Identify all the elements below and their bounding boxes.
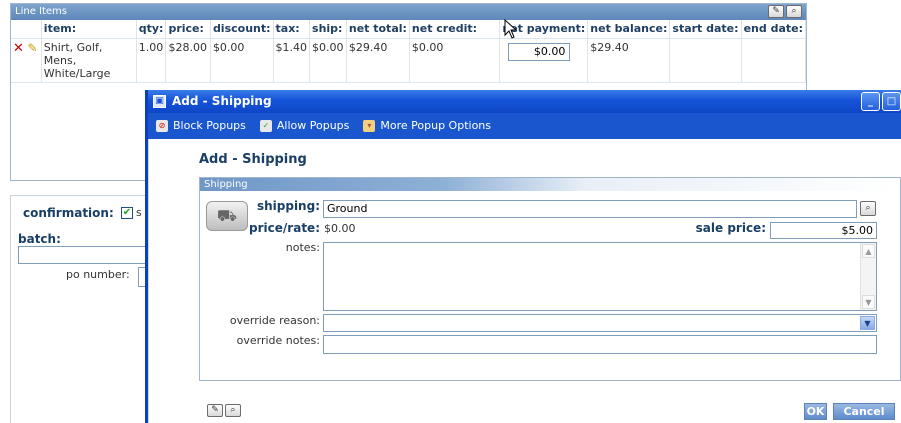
more-popup-options-label: More Popup Options <box>380 119 492 132</box>
line-items-header: Line Items ✎ ⌕ <box>11 4 806 20</box>
col-actions <box>11 20 42 38</box>
cell-qty: 1.00 <box>136 37 167 83</box>
checkbox-checked-icon[interactable]: ✔ <box>121 207 133 219</box>
col-net-total[interactable]: net total: <box>346 20 410 38</box>
cell-net-credit: $0.00 <box>409 37 501 83</box>
minimize-icon[interactable]: _ <box>861 92 880 111</box>
shipping-section: Shipping ⛟ shipping: Ground ⌕ price/rate… <box>199 177 901 381</box>
edit-icon[interactable]: ✎ <box>768 5 784 18</box>
col-qty[interactable]: qty: <box>136 20 167 38</box>
col-price[interactable]: price: <box>165 20 211 38</box>
col-net-credit[interactable]: net credit: <box>409 20 501 38</box>
price-rate-label: price/rate: <box>249 221 320 235</box>
notes-label: notes: <box>285 241 320 254</box>
lookup-icon[interactable]: ⌕ <box>860 201 876 216</box>
footer-tools: ✎ ⌕ <box>207 404 241 417</box>
popup-options-icon: ▾ <box>363 120 376 132</box>
block-popups-label: Block Popups <box>173 119 246 132</box>
delete-icon[interactable]: ✕ <box>13 41 24 56</box>
block-popups-button[interactable]: ⊘ Block Popups <box>156 113 246 139</box>
batch-input[interactable] <box>18 246 148 264</box>
cell-ship: $0.00 <box>309 37 347 83</box>
cell-net-payment: $0.00 <box>499 37 589 83</box>
cell-start-date <box>669 37 742 83</box>
edit-icon[interactable]: ✎ <box>207 404 223 417</box>
col-tax[interactable]: tax: <box>273 20 311 38</box>
override-reason-label: override reason: <box>229 314 320 327</box>
chevron-down-icon[interactable]: ▼ <box>860 316 875 330</box>
col-net-balance[interactable]: net balance: <box>587 20 671 38</box>
search-icon[interactable]: ⌕ <box>786 5 802 18</box>
sale-price-input[interactable]: $5.00 <box>770 222 877 239</box>
price-rate-value: $0.00 <box>324 222 356 235</box>
cancel-button[interactable]: Cancel <box>833 403 895 420</box>
window-app-icon: ▣ <box>153 95 166 108</box>
mouse-cursor-icon <box>504 19 518 39</box>
cell-price: $28.00 <box>165 37 211 83</box>
more-popup-options-button[interactable]: ▾ More Popup Options <box>363 113 491 139</box>
allow-popups-icon: ✓ <box>259 120 272 132</box>
col-item[interactable]: item: <box>41 20 137 38</box>
cell-net-balance: $29.40 <box>587 37 671 83</box>
window-controls: _ □ <box>861 92 901 111</box>
col-ship[interactable]: ship: <box>309 20 347 38</box>
batch-label: batch: <box>18 232 61 246</box>
po-number-label: po number: <box>66 268 130 281</box>
override-notes-input[interactable] <box>323 335 877 354</box>
shipping-label: shipping: <box>256 199 320 213</box>
shipping-field[interactable]: Ground <box>323 200 857 218</box>
popup-blocker-toolbar: ⊘ Block Popups ✓ Allow Popups ▾ More Pop… <box>148 113 901 139</box>
edit-icon[interactable]: ✎ <box>27 41 37 55</box>
col-start-date[interactable]: start date: <box>669 20 742 38</box>
col-end-date[interactable]: end date: <box>741 20 807 38</box>
notes-scrollbar[interactable]: ▲ ▼ <box>860 243 876 310</box>
override-reason-select[interactable]: ▼ <box>323 314 877 332</box>
row-actions: ✕ ✎ <box>11 37 42 83</box>
line-items-tools: ✎ ⌕ <box>768 5 802 18</box>
add-shipping-window: ▣ Add - Shipping _ □ ⊘ Block Popups ✓ Al… <box>145 90 901 423</box>
table-header-row: item: qty: price: discount: tax: ship: n… <box>11 20 807 38</box>
cell-end-date <box>741 37 807 83</box>
allow-popups-button[interactable]: ✓ Allow Popups <box>259 113 350 139</box>
confirmation-option-text: s <box>136 206 142 219</box>
window-titlebar[interactable]: ▣ Add - Shipping _ □ <box>148 90 901 113</box>
confirmation-label: confirmation: <box>23 206 114 220</box>
cell-discount: $0.00 <box>210 37 274 83</box>
scroll-up-icon[interactable]: ▲ <box>862 244 875 258</box>
cell-tax: $1.40 <box>273 37 311 83</box>
line-items-title: Line Items <box>15 6 67 17</box>
sale-price-label: sale price: <box>695 221 766 235</box>
allow-popups-label: Allow Popups <box>276 119 350 132</box>
col-discount[interactable]: discount: <box>210 20 274 38</box>
maximize-icon[interactable]: □ <box>882 92 901 111</box>
block-popups-icon: ⊘ <box>156 120 168 132</box>
table-row: ✕ ✎ Shirt, Golf, Mens, White/Large 1.00 … <box>11 37 807 83</box>
cell-item: Shirt, Golf, Mens, White/Large <box>41 37 137 83</box>
section-header: Shipping <box>200 178 900 191</box>
window-body: Add - Shipping Shipping ⛟ shipping: Grou… <box>148 139 901 423</box>
line-items-table: item: qty: price: discount: tax: ship: n… <box>11 20 807 83</box>
scroll-down-icon[interactable]: ▼ <box>862 295 875 309</box>
notes-textarea[interactable]: ▲ ▼ <box>323 242 877 311</box>
search-icon[interactable]: ⌕ <box>225 404 241 417</box>
cell-net-total: $29.40 <box>346 37 410 83</box>
window-title: Add - Shipping <box>172 94 272 108</box>
ok-button[interactable]: OK <box>804 403 827 420</box>
order-details-area <box>10 195 150 423</box>
net-payment-input[interactable]: $0.00 <box>508 42 571 61</box>
override-notes-label: override notes: <box>236 334 320 347</box>
form-title: Add - Shipping <box>199 152 307 167</box>
